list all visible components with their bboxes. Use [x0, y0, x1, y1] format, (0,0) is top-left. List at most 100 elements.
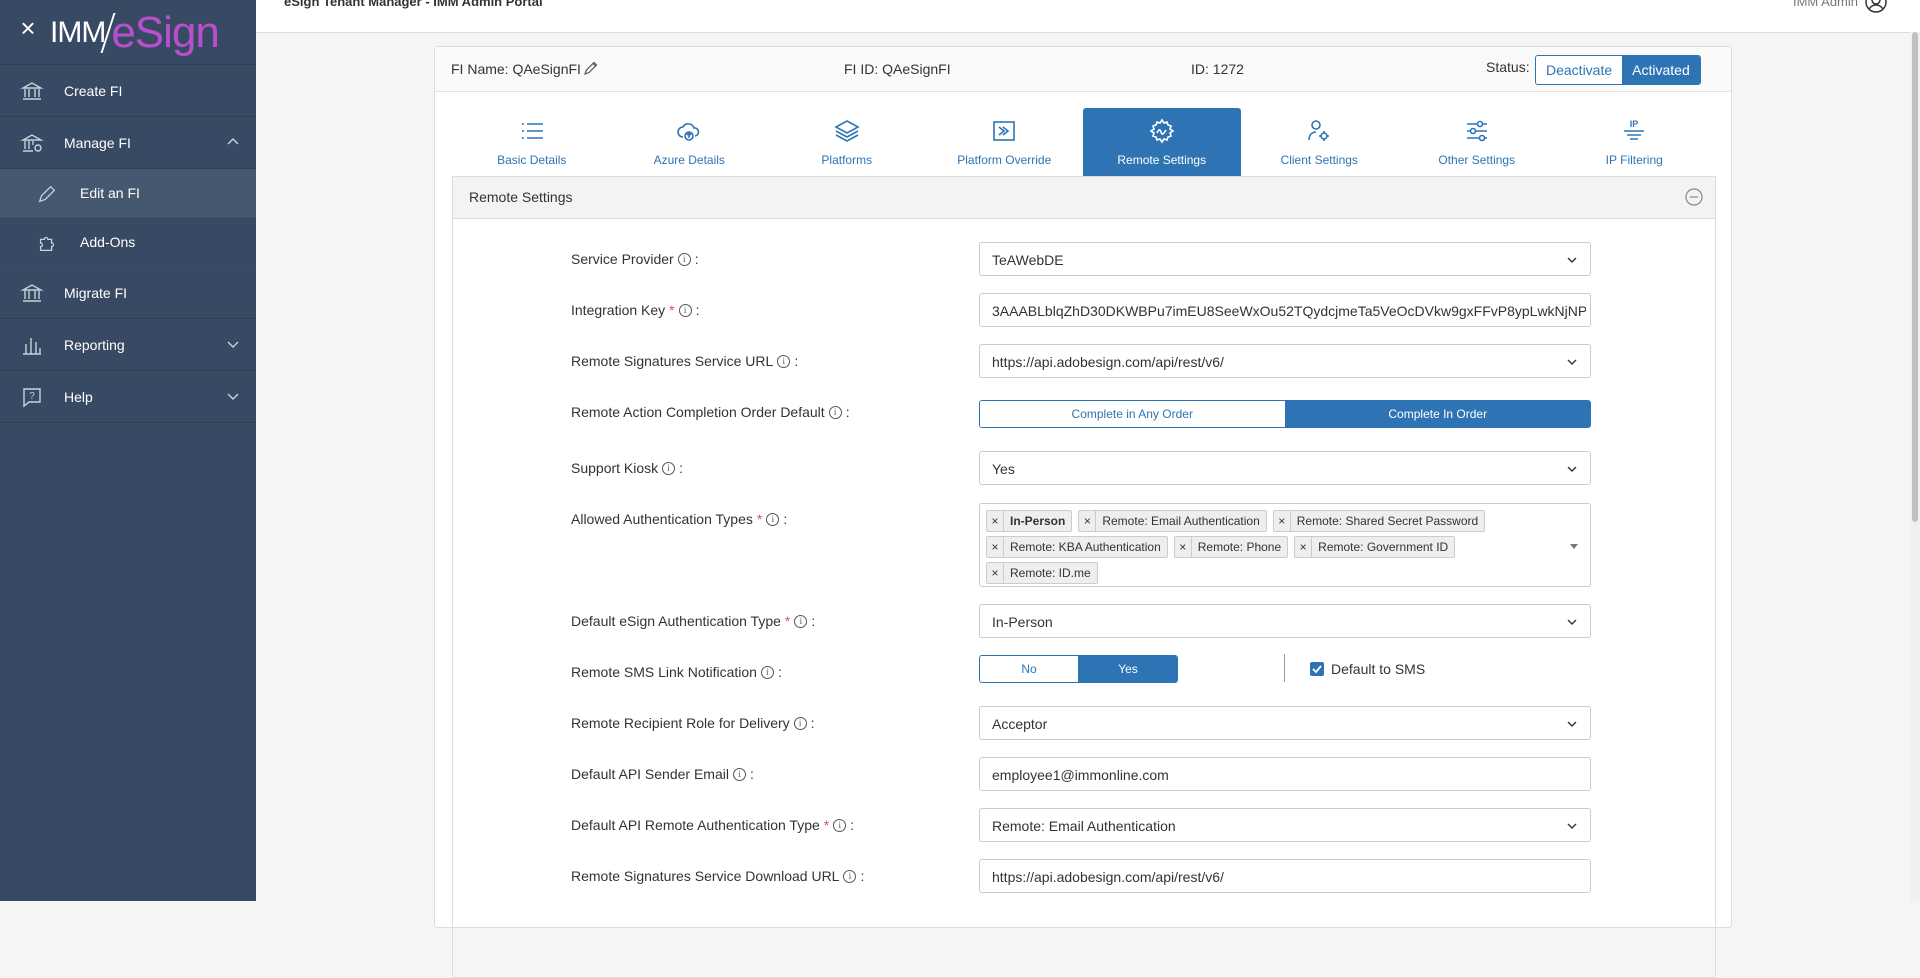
default-auth-select[interactable]: In-Person	[979, 604, 1591, 638]
tab-platform-override[interactable]: Platform Override	[926, 108, 1084, 176]
logo-imm: IMM	[50, 16, 106, 49]
sms-yes-button[interactable]: Yes	[1079, 656, 1177, 682]
sender-email-input[interactable]: employee1@immonline.com	[979, 757, 1591, 791]
download-url-input[interactable]: https://api.adobesign.com/api/rest/v6/	[979, 859, 1591, 893]
label-text: Remote Action Completion Order Default	[571, 404, 825, 420]
info-icon[interactable]: i	[828, 405, 842, 419]
tab-label: Remote Settings	[1117, 153, 1207, 167]
complete-any-order-button[interactable]: Complete in Any Order	[980, 401, 1286, 427]
label-text: Default API Remote Authentication Type	[571, 817, 820, 833]
chip-label: In-Person	[1010, 514, 1066, 528]
remove-chip-icon[interactable]: ×	[987, 537, 1004, 557]
top-bar: eSign Tenant Manager - IMM Admin Portal …	[256, 0, 1920, 33]
info-icon[interactable]: i	[766, 512, 780, 526]
api-auth-select[interactable]: Remote: Email Authentication	[979, 808, 1591, 842]
sidebar-header: × IMM eSign	[0, 0, 256, 65]
colon: :	[794, 353, 799, 369]
sms-no-button[interactable]: No	[980, 656, 1079, 682]
support-kiosk-select[interactable]: Yes	[979, 451, 1591, 485]
info-icon[interactable]: i	[678, 303, 692, 317]
tab-azure-details[interactable]: Azure Details	[611, 108, 769, 176]
status-toggle: Deactivate Activated	[1535, 55, 1701, 85]
sidebar-item-add-ons[interactable]: Add-Ons	[0, 218, 256, 267]
info-icon[interactable]: i	[843, 869, 857, 883]
required-marker: *	[784, 613, 791, 629]
svg-text:IP: IP	[1630, 119, 1639, 129]
sidebar-item-manage-fi[interactable]: Manage FI	[0, 117, 256, 169]
sidebar-item-reporting[interactable]: Reporting	[0, 319, 256, 371]
info-icon[interactable]: i	[793, 716, 807, 730]
colon: :	[695, 302, 700, 318]
sms-notification-label: Remote SMS Link Notification i:	[571, 664, 782, 680]
info-icon[interactable]: i	[732, 767, 746, 781]
colon: :	[810, 715, 815, 731]
chip-label: Remote: ID.me	[1010, 566, 1091, 580]
recipient-role-select[interactable]: Acceptor	[979, 706, 1591, 740]
info-icon[interactable]: i	[662, 461, 676, 475]
service-provider-select[interactable]: TeAWebDE	[979, 242, 1591, 276]
scrollbar-thumb[interactable]	[1912, 32, 1918, 522]
remove-chip-icon[interactable]: ×	[1274, 511, 1291, 531]
chip-label: Remote: Email Authentication	[1102, 514, 1260, 528]
collapse-icon[interactable]	[1685, 188, 1703, 206]
user-gear-icon[interactable]	[1864, 0, 1890, 16]
remove-chip-icon[interactable]: ×	[987, 563, 1004, 583]
tab-other-settings[interactable]: Other Settings	[1398, 108, 1556, 176]
fi-id: FI ID: QAeSignFI	[844, 61, 951, 77]
auth-chip[interactable]: × Remote: Phone	[1173, 536, 1289, 558]
sidebar-item-help[interactable]: ? Help	[0, 371, 256, 423]
scrollbar[interactable]	[1910, 32, 1920, 901]
info-icon[interactable]: i	[777, 354, 791, 368]
select-value: Remote: Email Authentication	[992, 818, 1176, 834]
deactivate-button[interactable]: Deactivate	[1536, 56, 1623, 84]
puzzle-icon	[39, 236, 55, 251]
auth-types-label: Allowed Authentication Types * i:	[571, 511, 787, 527]
info-icon[interactable]: i	[677, 252, 691, 266]
default-to-sms-checkbox[interactable]	[1310, 662, 1324, 676]
sidebar-item-edit-fi[interactable]: Edit an FI	[0, 169, 256, 218]
remove-chip-icon[interactable]: ×	[1295, 537, 1313, 557]
auth-chip[interactable]: × Remote: Email Authentication	[1078, 510, 1267, 532]
auth-chip[interactable]: × Remote: KBA Authentication	[986, 536, 1168, 558]
tab-platforms[interactable]: Platforms	[768, 108, 926, 176]
colon: :	[694, 251, 699, 267]
sidebar-item-label: Help	[64, 388, 93, 405]
edit-pencil-icon[interactable]	[583, 60, 599, 76]
tab-basic-details[interactable]: Basic Details	[453, 108, 611, 176]
sidebar-item-create-fi[interactable]: Create FI	[0, 65, 256, 117]
recipient-role-label: Remote Recipient Role for Delivery i:	[571, 715, 815, 731]
activated-button[interactable]: Activated	[1622, 56, 1700, 84]
remove-chip-icon[interactable]: ×	[1079, 511, 1097, 531]
select-value: TeAWebDE	[992, 252, 1064, 268]
colon: :	[777, 664, 782, 680]
service-url-select[interactable]: https://api.adobesign.com/api/rest/v6/	[979, 344, 1591, 378]
service-url-label: Remote Signatures Service URL i:	[571, 353, 798, 369]
remove-chip-icon[interactable]: ×	[987, 511, 1004, 531]
auth-chip[interactable]: × Remote: Shared Secret Password	[1272, 510, 1486, 532]
auth-chip[interactable]: × Remote: ID.me	[986, 562, 1098, 584]
complete-in-order-button[interactable]: Complete In Order	[1285, 401, 1590, 427]
close-icon[interactable]: ×	[16, 15, 40, 41]
remove-chip-icon[interactable]: ×	[1175, 537, 1192, 557]
required-marker: *	[823, 817, 830, 833]
auth-chip[interactable]: × In-Person	[986, 510, 1073, 532]
chip-label: Remote: Phone	[1197, 540, 1282, 554]
user-name[interactable]: IMM Admin	[1793, 0, 1858, 9]
label-text: Support Kiosk	[571, 460, 659, 476]
completion-order-toggle: Complete in Any Order Complete In Order	[979, 400, 1591, 428]
tab-ip-filtering[interactable]: IP IP Filtering	[1556, 108, 1714, 176]
auth-types-multiselect[interactable]: × In-Person × Remote: Email Authentication…	[979, 503, 1591, 587]
info-icon[interactable]: i	[760, 665, 774, 679]
integration-key-input[interactable]: 3AAABLblqZhD30DKWBPu7imEU8SeeWxOu52TQydc…	[979, 293, 1591, 327]
label-text: Integration Key	[571, 302, 666, 318]
tab-client-settings[interactable]: Client Settings	[1241, 108, 1399, 176]
colon: :	[749, 766, 754, 782]
label-text: Remote SMS Link Notification	[571, 664, 757, 680]
tab-label: Platforms	[821, 153, 873, 167]
auth-chip[interactable]: × Remote: Government ID	[1294, 536, 1456, 558]
info-icon[interactable]: i	[833, 818, 847, 832]
chevron-down-icon	[1567, 721, 1577, 727]
tab-remote-settings[interactable]: Remote Settings	[1083, 108, 1241, 176]
info-icon[interactable]: i	[794, 614, 808, 628]
sidebar-item-migrate-fi[interactable]: Migrate FI	[0, 267, 256, 319]
